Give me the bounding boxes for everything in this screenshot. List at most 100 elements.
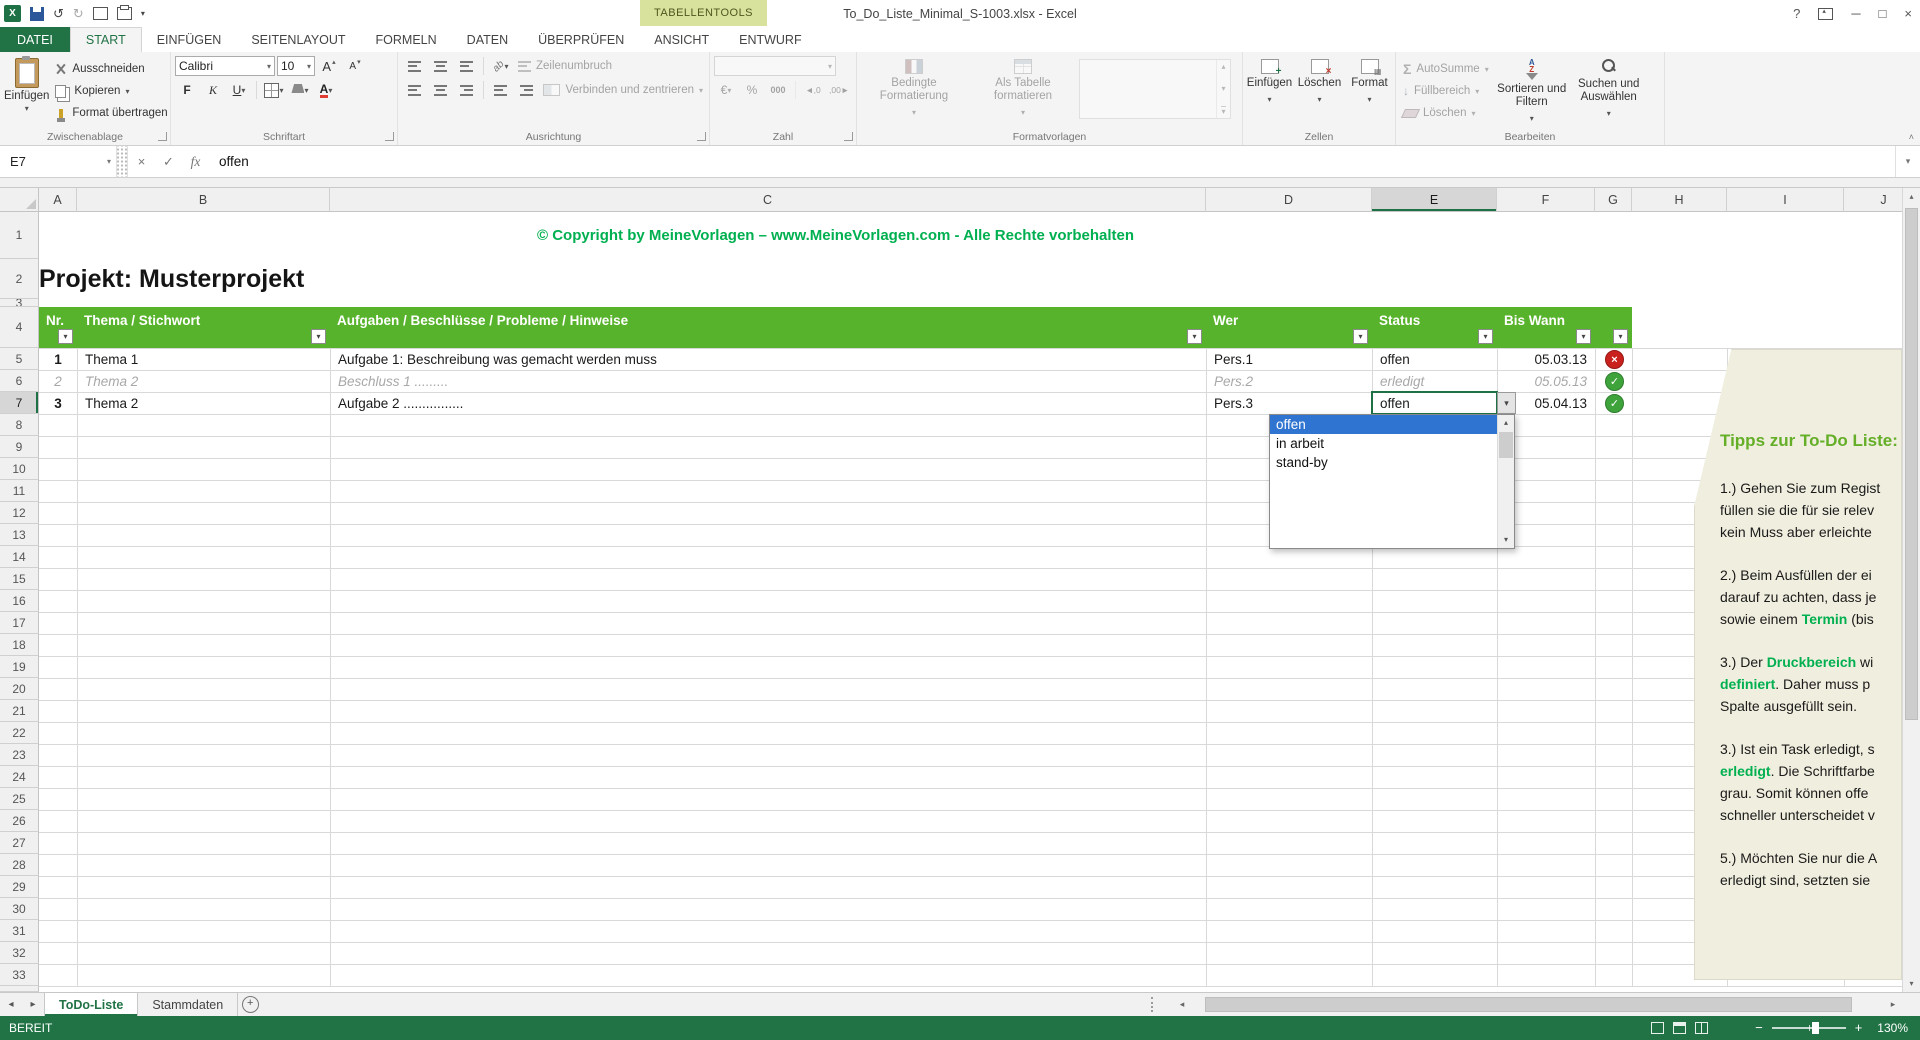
fill-color-button[interactable]: ▾ <box>288 80 312 100</box>
tab-start[interactable]: START <box>69 27 142 52</box>
dropdown-scroll-thumb[interactable] <box>1499 432 1513 458</box>
formula-bar-expand-icon[interactable]: ▾ <box>1895 146 1920 177</box>
scroll-left-icon[interactable]: ◂ <box>1173 996 1191 1013</box>
dropdown-option-in arbeit[interactable]: in arbeit <box>1270 434 1497 453</box>
row-header-2[interactable]: 2 <box>0 259 39 299</box>
paste-button[interactable]: Einfügen ▾ <box>4 56 49 123</box>
dropdown-option-offen[interactable]: offen <box>1270 415 1497 434</box>
insert-function-button[interactable]: fx <box>182 146 209 177</box>
row-header-4[interactable]: 4 <box>0 307 39 348</box>
align-middle-button[interactable] <box>428 56 452 76</box>
bold-button[interactable]: F <box>175 80 199 100</box>
font-name-select[interactable]: Calibri ▾ <box>175 56 275 76</box>
row-header-21[interactable]: 21 <box>0 700 39 722</box>
tab-ansicht[interactable]: ANSICHT <box>639 27 724 52</box>
column-header-D[interactable]: D <box>1206 188 1372 212</box>
tab-daten[interactable]: DATEN <box>452 27 523 52</box>
status-dropdown-arrow[interactable]: ▾ <box>1497 392 1516 414</box>
ribbon-display-options-icon[interactable] <box>1818 7 1834 20</box>
close-icon[interactable]: × <box>1904 6 1912 21</box>
horizontal-scrollbar[interactable]: ◂ ▸ <box>1173 996 1902 1013</box>
filter-button-C[interactable]: ▾ <box>1187 329 1202 344</box>
collapse-ribbon-icon[interactable]: ˄ <box>1909 132 1914 142</box>
row-header-28[interactable]: 28 <box>0 854 39 876</box>
dialog-launcher-number[interactable] <box>844 132 853 141</box>
row-header-14[interactable]: 14 <box>0 546 39 568</box>
row-header-15[interactable]: 15 <box>0 568 39 590</box>
select-all-corner[interactable] <box>0 188 39 212</box>
row-header-3[interactable]: 3 <box>0 299 39 307</box>
column-header-B[interactable]: B <box>77 188 330 212</box>
row-header-24[interactable]: 24 <box>0 766 39 788</box>
cell-aufgabe-6[interactable]: Beschluss 1 ......... <box>330 370 1206 392</box>
row-header-32[interactable]: 32 <box>0 942 39 964</box>
row-header-8[interactable]: 8 <box>0 414 39 436</box>
formula-input[interactable]: offen <box>209 146 1895 177</box>
align-left-button[interactable] <box>402 80 426 100</box>
horizontal-scroll-thumb[interactable] <box>1205 997 1852 1012</box>
filter-button-E[interactable]: ▾ <box>1478 329 1493 344</box>
row-header-26[interactable]: 26 <box>0 810 39 832</box>
increase-indent-button[interactable] <box>514 80 538 100</box>
filter-button-B[interactable]: ▾ <box>311 329 326 344</box>
sheet-nav-left-icon[interactable]: ◂ <box>0 993 22 1016</box>
dropdown-option-stand-by[interactable]: stand-by <box>1270 453 1497 472</box>
enter-button[interactable]: ✓ <box>155 146 182 177</box>
dropdown-scrollbar[interactable]: ▴ ▾ <box>1497 415 1514 548</box>
touch-mode-icon[interactable] <box>92 7 108 20</box>
row-header-33[interactable]: 33 <box>0 964 39 986</box>
column-header-I[interactable]: I <box>1727 188 1844 212</box>
decrease-font-button[interactable]: A ▾ <box>343 56 367 76</box>
zoom-out-button[interactable]: − <box>1755 1016 1763 1040</box>
sheet-tab-todo-liste[interactable]: ToDo-Liste <box>44 993 139 1016</box>
cell-aufgabe-7[interactable]: Aufgabe 2 ................ <box>330 392 1206 414</box>
cell-wer-7[interactable]: Pers.3 <box>1206 392 1372 414</box>
excel-logo-icon[interactable]: X <box>4 5 21 22</box>
tab-datei[interactable]: DATEI <box>0 27 70 52</box>
help-icon[interactable]: ? <box>1793 6 1800 21</box>
tab-entwurf[interactable]: ENTWURF <box>724 27 817 52</box>
sheet-grid[interactable]: A B C D E F G H I J 1 2 3 4 5 6 7 8 9 10 11 12 13 14 15 16 17 18 19 2… <box>0 188 1902 992</box>
row-header-17[interactable]: 17 <box>0 612 39 634</box>
filter-button-D[interactable]: ▾ <box>1353 329 1368 344</box>
vertical-scroll-thumb[interactable] <box>1905 208 1918 720</box>
zoom-in-button[interactable]: + <box>1855 1016 1863 1040</box>
tab-formeln[interactable]: FORMELN <box>361 27 452 52</box>
row-header-19[interactable]: 19 <box>0 656 39 678</box>
name-box[interactable]: E7 ▾ <box>0 146 117 177</box>
row-header-7[interactable]: 7 <box>0 392 39 414</box>
name-box-dropdown-icon[interactable]: ▾ <box>107 157 111 166</box>
column-header-C[interactable]: C <box>330 188 1206 212</box>
format-cells-button[interactable]: ▦ Format ▾ <box>1348 56 1392 106</box>
normal-view-icon[interactable] <box>1651 1022 1665 1034</box>
align-top-button[interactable] <box>402 56 426 76</box>
borders-button[interactable]: ▾ <box>262 80 286 100</box>
formula-bar-grip[interactable] <box>117 146 128 177</box>
row-header-20[interactable]: 20 <box>0 678 39 700</box>
row-header-9[interactable]: 9 <box>0 436 39 458</box>
cell-status-6[interactable]: erledigt <box>1372 370 1497 392</box>
page-layout-view-icon[interactable] <box>1673 1022 1687 1034</box>
cut-button[interactable]: Ausschneiden <box>52 59 170 79</box>
save-icon[interactable] <box>30 6 44 21</box>
column-header-H[interactable]: H <box>1632 188 1727 212</box>
scroll-down-icon[interactable]: ▾ <box>1498 532 1514 548</box>
scroll-up-icon[interactable]: ▴ <box>1903 188 1920 205</box>
cell-wer-6[interactable]: Pers.2 <box>1206 370 1372 392</box>
row-header-22[interactable]: 22 <box>0 722 39 744</box>
font-color-button[interactable]: A ▾ <box>314 80 338 100</box>
align-center-button[interactable] <box>428 80 452 100</box>
column-header-G[interactable]: G <box>1595 188 1632 212</box>
delete-cells-button[interactable]: × Löschen ▾ <box>1298 56 1342 106</box>
cell-nr-7[interactable]: 3 <box>39 392 77 414</box>
cell-biswann-6[interactable]: 05.05.13 <box>1497 370 1595 392</box>
align-bottom-button[interactable] <box>454 56 478 76</box>
row-header-30[interactable]: 30 <box>0 898 39 920</box>
row-header-5[interactable]: 5 <box>0 348 39 370</box>
row-header-29[interactable]: 29 <box>0 876 39 898</box>
dialog-launcher-clipboard[interactable] <box>158 132 167 141</box>
font-size-select[interactable]: 10 ▾ <box>277 56 315 76</box>
filter-button-A[interactable]: ▾ <box>58 329 73 344</box>
row-header-25[interactable]: 25 <box>0 788 39 810</box>
tab-ueberpruefen[interactable]: ÜBERPRÜFEN <box>523 27 639 52</box>
